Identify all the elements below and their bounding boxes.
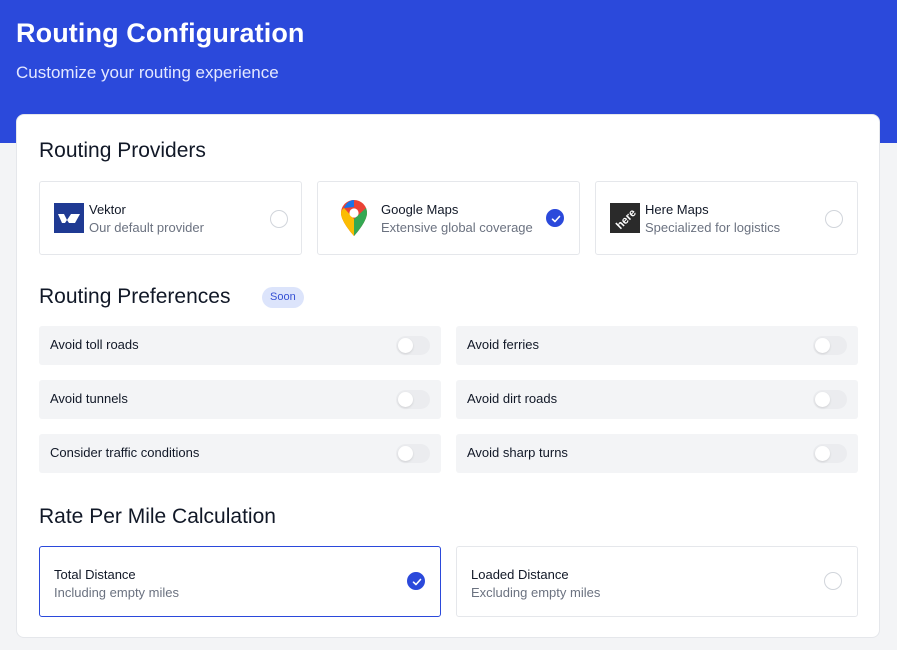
provider-description: Extensive global coverage <box>381 220 533 235</box>
pref-row-consider-traffic: Consider traffic conditions <box>39 434 441 473</box>
pref-label: Consider traffic conditions <box>50 445 200 460</box>
toggle-knob <box>398 392 413 407</box>
rate-option-name: Total Distance <box>54 567 136 582</box>
pref-row-avoid-ferries: Avoid ferries <box>456 326 858 365</box>
pref-row-avoid-sharp-turns: Avoid sharp turns <box>456 434 858 473</box>
rate-radio-total-distance[interactable] <box>407 572 425 590</box>
toggle-avoid-dirt-roads[interactable] <box>813 390 847 409</box>
toggle-avoid-toll-roads[interactable] <box>396 336 430 355</box>
rate-option-description: Excluding empty miles <box>471 585 601 600</box>
rate-option-total-distance[interactable]: Total Distance Including empty miles <box>39 546 441 617</box>
provider-description: Our default provider <box>89 220 204 235</box>
pref-label: Avoid tunnels <box>50 391 128 406</box>
provider-radio-google-maps[interactable] <box>546 209 564 227</box>
provider-option-here-maps[interactable]: here Here Maps Specialized for logistics <box>595 181 858 255</box>
toggle-consider-traffic[interactable] <box>396 444 430 463</box>
pref-label: Avoid dirt roads <box>467 391 558 406</box>
rate-option-name: Loaded Distance <box>471 567 569 582</box>
checkmark-icon <box>412 578 422 586</box>
toggle-knob <box>398 446 413 461</box>
rate-option-description: Including empty miles <box>54 585 179 600</box>
provider-name: Vektor <box>89 202 126 217</box>
toggle-avoid-ferries[interactable] <box>813 336 847 355</box>
pref-label: Avoid ferries <box>467 337 540 352</box>
provider-option-google-maps[interactable]: Google Maps Extensive global coverage <box>317 181 580 255</box>
toggle-avoid-sharp-turns[interactable] <box>813 444 847 463</box>
toggle-knob <box>815 338 830 353</box>
page-title: Routing Configuration <box>16 18 305 48</box>
toggle-knob <box>815 392 830 407</box>
vektor-logo-icon <box>54 203 84 233</box>
toggle-avoid-tunnels[interactable] <box>396 390 430 409</box>
routing-config-card: Routing Providers Vektor Our default pro… <box>16 114 880 638</box>
pref-row-avoid-dirt-roads: Avoid dirt roads <box>456 380 858 419</box>
provider-description: Specialized for logistics <box>645 220 781 235</box>
providers-section-title: Routing Providers <box>39 139 206 162</box>
provider-name: Here Maps <box>645 202 709 217</box>
toggle-knob <box>815 446 830 461</box>
google-maps-pin-icon <box>340 199 368 237</box>
soon-badge: Soon <box>262 287 304 308</box>
toggle-knob <box>398 338 413 353</box>
provider-radio-vektor[interactable] <box>270 210 288 228</box>
here-maps-logo-icon: here <box>610 203 640 233</box>
provider-option-vektor[interactable]: Vektor Our default provider <box>39 181 302 255</box>
page-subtitle: Customize your routing experience <box>16 63 279 82</box>
provider-radio-here-maps[interactable] <box>825 210 843 228</box>
rate-radio-loaded-distance[interactable] <box>824 572 842 590</box>
pref-label: Avoid sharp turns <box>467 445 568 460</box>
provider-name: Google Maps <box>381 202 459 217</box>
pref-label: Avoid toll roads <box>50 337 139 352</box>
preferences-section-title: Routing Preferences <box>39 285 231 308</box>
rate-option-loaded-distance[interactable]: Loaded Distance Excluding empty miles <box>456 546 858 617</box>
pref-row-avoid-toll-roads: Avoid toll roads <box>39 326 441 365</box>
rate-section-title: Rate Per Mile Calculation <box>39 505 276 528</box>
pref-row-avoid-tunnels: Avoid tunnels <box>39 380 441 419</box>
checkmark-icon <box>551 215 561 223</box>
